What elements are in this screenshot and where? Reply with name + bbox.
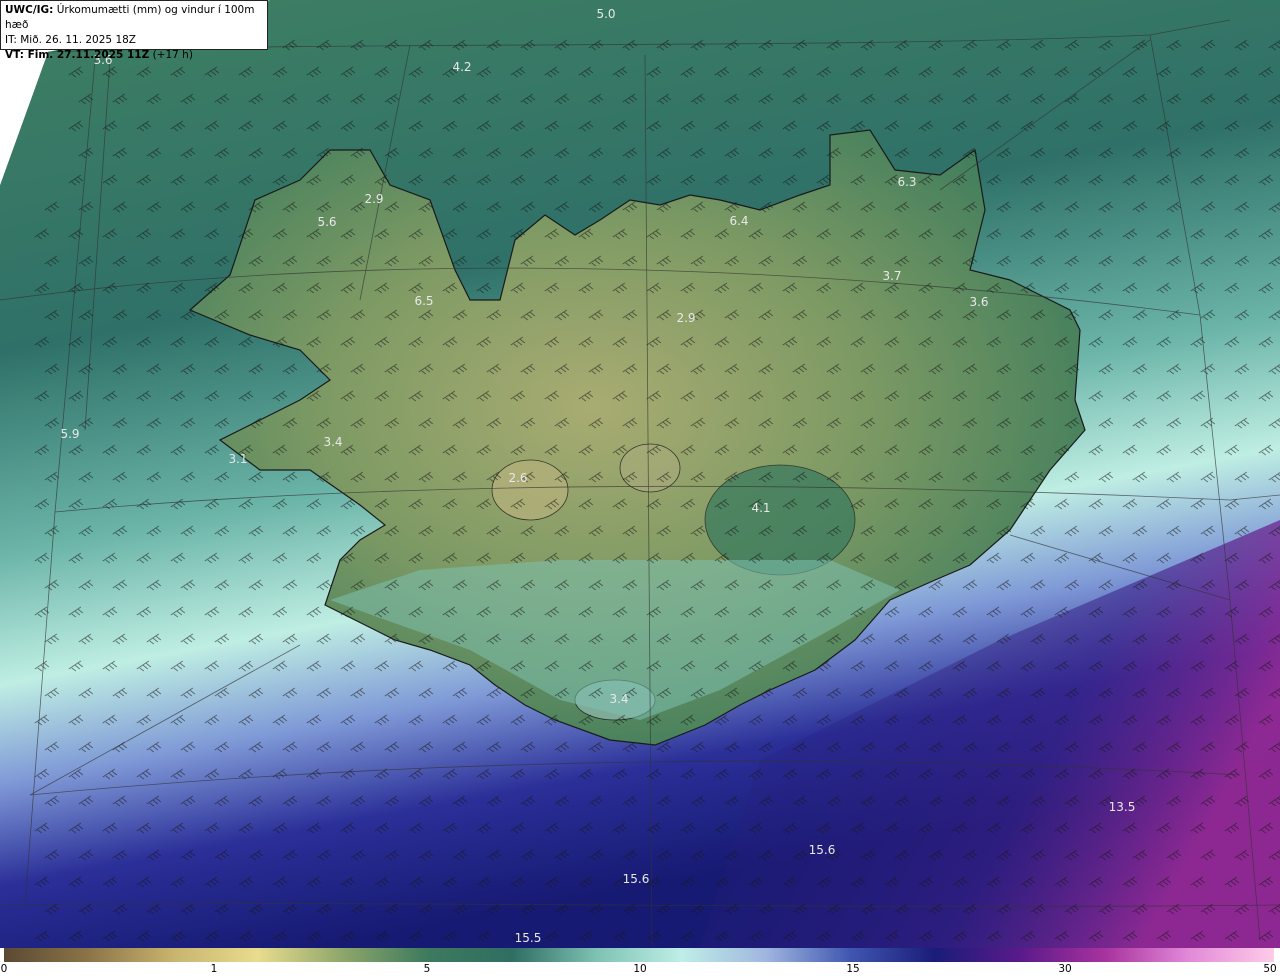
precip-value-label: 2.9 xyxy=(676,311,695,325)
colorbar-tick: 15 xyxy=(846,963,860,975)
model-tag: UWC/IG: xyxy=(5,4,54,16)
precip-value-label: 4.2 xyxy=(452,60,471,74)
colorbar-tick: 1 xyxy=(210,963,218,975)
precip-value-label: 13.5 xyxy=(1109,800,1136,814)
issue-time: IT: Mið. 26. 11. 2025 18Z xyxy=(5,34,136,46)
precip-value-label: 5.9 xyxy=(60,427,79,441)
valid-time-offset: (+17 h) xyxy=(152,49,193,61)
colorbar-tick: 5 xyxy=(423,963,431,975)
precip-value-label: 5.0 xyxy=(596,7,615,21)
colorbar-tick: 0 xyxy=(0,963,8,975)
colorbar-legend: 0 1 5 10 15 30 50 xyxy=(0,948,1280,978)
colorbar-strip xyxy=(4,948,1274,962)
precip-value-label: 6.3 xyxy=(897,175,916,189)
glacier-langjokull xyxy=(491,459,569,521)
precip-value-label: 15.6 xyxy=(809,843,836,857)
precip-value-label: 5.6 xyxy=(317,215,336,229)
precip-value-label: 3.4 xyxy=(609,692,628,706)
precip-value-label: 15.6 xyxy=(623,872,650,886)
precip-value-label: 6.5 xyxy=(414,294,433,308)
precip-value-label: 3.7 xyxy=(882,269,901,283)
precip-value-label: 2.6 xyxy=(508,471,527,485)
precip-value-label: 4.1 xyxy=(751,501,770,515)
valid-time-date: VT: Fim. 27.11.2025 11Z xyxy=(5,49,150,61)
colorbar-tick: 30 xyxy=(1058,963,1072,975)
precip-value-label: 15.5 xyxy=(515,931,542,945)
colorbar-tick: 50 xyxy=(1263,963,1277,975)
info-title: UWC/IG: Úrkomumætti (mm) og vindur í 100… xyxy=(5,3,263,33)
map-canvas: 5.03.6 4.22.95.66.36.43.73.66.52.95.93.43… xyxy=(0,0,1280,948)
precip-value-label: 6.4 xyxy=(729,214,748,228)
precip-value-label: 3.6 xyxy=(969,295,988,309)
valid-time: VT: Fim. 27.11.2025 11Z (+17 h) xyxy=(5,48,263,63)
info-box: UWC/IG: Úrkomumætti (mm) og vindur í 100… xyxy=(0,0,268,61)
precip-value-label: 3.4 xyxy=(323,435,342,449)
colorbar-tick: 10 xyxy=(633,963,647,975)
precip-value-label: 3.1 xyxy=(228,452,247,466)
precip-value-label: 2.9 xyxy=(364,192,383,206)
weather-map: 5.0 3.6 4.2 2.9 5.6 6.3 6.4 3.7 3.6 6.5 2.9 5.9 3.4 3… xyxy=(0,0,1280,978)
